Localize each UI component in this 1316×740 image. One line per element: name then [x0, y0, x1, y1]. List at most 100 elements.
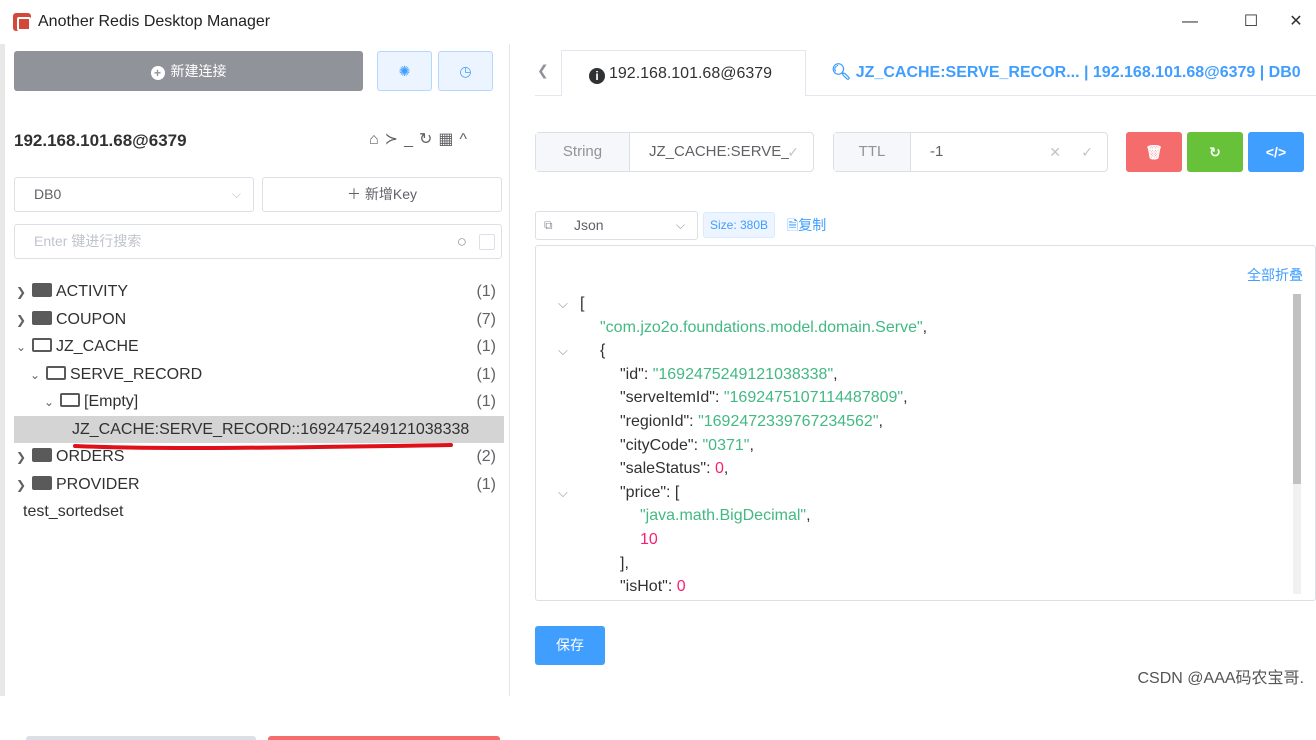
- tree-node-label: ORDERS: [56, 448, 125, 465]
- trash-icon: 🗑︎: [1145, 144, 1163, 160]
- check-icon[interactable]: ✓: [787, 133, 799, 171]
- chevron-up-icon[interactable]: ^: [460, 131, 474, 148]
- check-icon[interactable]: ✓: [1081, 133, 1093, 171]
- save-button[interactable]: 保存: [535, 626, 605, 665]
- scrollbar[interactable]: [1293, 294, 1301, 594]
- json-content: ⌵[ "com.jzo2o.foundations.model.domain.Se…: [536, 292, 1296, 599]
- tree-node-label: JZ_CACHE: [56, 338, 139, 355]
- collapse-all-link[interactable]: 全部折叠: [1247, 265, 1303, 285]
- clear-icon[interactable]: ✕: [1049, 133, 1061, 171]
- scrollbar-thumb[interactable]: [1293, 294, 1301, 484]
- maximize-button[interactable]: ☐: [1231, 8, 1271, 36]
- copy-label: 复制: [798, 217, 827, 233]
- tab-scroll-left-icon[interactable]: ❮: [537, 62, 549, 79]
- code-view-button[interactable]: </>: [1248, 132, 1304, 172]
- new-connection-label: 新建连接: [170, 63, 227, 79]
- tree-folder-serve-record[interactable]: ⌄ SERVE_RECORD (1): [14, 361, 504, 389]
- json-line: ⌵ "price": [: [536, 481, 1296, 505]
- json-line: "id": "1692475249121038338",: [536, 363, 1296, 387]
- chevron-down-icon: ⌵: [675, 218, 685, 232]
- new-connection-button[interactable]: + 新建连接: [14, 51, 363, 91]
- terminal-icon[interactable]: ≻_: [385, 131, 419, 148]
- folder-icon: [32, 448, 52, 462]
- tree-folder-jz-cache[interactable]: ⌄ JZ_CACHE (1): [14, 333, 504, 361]
- json-line: ⌵[: [536, 292, 1296, 316]
- fold-toggle-icon[interactable]: ⌵: [558, 339, 568, 363]
- chevron-down-icon[interactable]: ⌄: [14, 334, 28, 362]
- json-line-text: "regionId": "1692472339767234562",: [620, 412, 883, 430]
- tree-key-test-sortedset[interactable]: test_sortedset: [14, 498, 504, 526]
- chevron-down-icon[interactable]: ⌄: [28, 362, 42, 390]
- json-line: 10: [536, 528, 1296, 552]
- tree-node-count: (1): [476, 283, 496, 300]
- json-line: ⌵{: [536, 339, 1296, 363]
- tab-key-detail[interactable]: 🔍︎ JZ_CACHE:SERVE_RECOR... | 192.168.101…: [831, 50, 1301, 96]
- key-type-label: String: [536, 133, 630, 171]
- chevron-right-icon[interactable]: ❯: [14, 472, 28, 500]
- tree-folder-provider[interactable]: ❯ PROVIDER (1): [14, 471, 504, 499]
- tree-folder-activity[interactable]: ❯ ACTIVITY (1): [14, 278, 504, 306]
- fold-toggle-icon[interactable]: ⌵: [558, 292, 568, 316]
- tree-node-count: (1): [476, 475, 496, 493]
- folder-open-icon: [60, 393, 80, 407]
- json-line: "saleStatus": 0,: [536, 457, 1296, 481]
- info-icon: i: [589, 68, 605, 84]
- json-line-text: ],: [620, 554, 629, 572]
- search-icon[interactable]: ○: [457, 225, 467, 258]
- red-underline-annotation: [73, 443, 453, 450]
- key-name-input[interactable]: JZ_CACHE:SERVE_: [649, 133, 789, 171]
- tree-node-label: COUPON: [56, 310, 127, 328]
- json-viewer[interactable]: 全部折叠 ⌵[ "com.jzo2o.foundations.model.doma…: [535, 245, 1316, 601]
- folder-icon: [32, 310, 52, 325]
- chevron-down-icon[interactable]: ⌄: [42, 389, 56, 417]
- json-line: "com.jzo2o.foundations.model.domain.Serv…: [536, 316, 1296, 340]
- tree-node-label: SERVE_RECORD: [70, 365, 203, 383]
- tab-label: 192.168.101.68@6379: [609, 65, 773, 82]
- ttl-input[interactable]: -1: [930, 133, 1030, 171]
- chevron-right-icon[interactable]: ❯: [14, 444, 28, 472]
- folder-icon: [32, 475, 52, 490]
- folder-icon: [32, 283, 52, 297]
- grid-icon[interactable]: ▦: [438, 131, 459, 148]
- close-button[interactable]: ✕: [1276, 8, 1316, 36]
- delete-key-button[interactable]: 🗑︎: [1126, 132, 1182, 172]
- key-tree: ❯ ACTIVITY (1) ❯ COUPON (7) ⌄ JZ_CACHE (1) …: [14, 278, 504, 526]
- refresh-key-button[interactable]: ↻: [1187, 132, 1243, 172]
- tree-node-count: (2): [476, 448, 496, 465]
- fold-toggle-icon[interactable]: ⌵: [558, 481, 568, 505]
- db-select[interactable]: DB0 ⌵: [14, 177, 254, 212]
- json-line-text: 10: [640, 530, 658, 548]
- json-line-text: "serveItemId": "1692475107114487809",: [620, 389, 908, 407]
- copy-button[interactable]: 🗎︎复制: [787, 215, 826, 239]
- bottom-button-edge: [26, 736, 256, 740]
- json-line: "regionId": "1692472339767234562",: [536, 410, 1296, 434]
- tree-folder-empty[interactable]: ⌄ [Empty] (1): [14, 388, 504, 416]
- settings-button[interactable]: ✺: [377, 51, 432, 91]
- sidebar: + 新建连接 ✺ ◷ 192.168.101.68@6379 ⌂≻_↻▦^ DB0…: [5, 44, 510, 740]
- tree-key-selected[interactable]: JZ_CACHE:SERVE_RECORD::16924752491210383…: [14, 415, 504, 443]
- bottom-delete-button-edge: [268, 736, 500, 740]
- chevron-right-icon[interactable]: ❯: [14, 307, 28, 335]
- size-badge: Size: 380B: [703, 212, 776, 238]
- home-icon[interactable]: ⌂: [369, 131, 385, 148]
- tree-folder-coupon[interactable]: ❯ COUPON (7): [14, 306, 504, 334]
- tree-node-label: JZ_CACHE:SERVE_RECORD::16924752491210383…: [72, 420, 470, 438]
- ttl-field: TTL -1 ✕ ✓: [833, 132, 1108, 172]
- add-key-button[interactable]: ＋ 新增Key: [262, 177, 502, 212]
- minimize-button[interactable]: —: [1170, 8, 1210, 36]
- tab-connection-info[interactable]: i 192.168.101.68@6379: [561, 50, 806, 96]
- history-button[interactable]: ◷: [438, 51, 493, 91]
- tab-label: JZ_CACHE:SERVE_RECOR... | 192.168.101.68…: [855, 64, 1301, 81]
- chevron-right-icon[interactable]: ❯: [14, 279, 28, 307]
- exact-search-checkbox[interactable]: [479, 234, 495, 250]
- refresh-icon[interactable]: ↻: [419, 131, 438, 148]
- search-input[interactable]: Enter 键进行搜索 ○: [14, 224, 502, 259]
- format-select[interactable]: ⧉ Json ⌵: [535, 211, 698, 240]
- search-placeholder: Enter 键进行搜索: [34, 233, 142, 249]
- json-line: ],: [536, 552, 1296, 576]
- document-icon: 🗎︎: [787, 217, 799, 233]
- connection-name[interactable]: 192.168.101.68@6379: [14, 131, 187, 151]
- json-line-text: "com.jzo2o.foundations.model.domain.Serv…: [600, 318, 928, 336]
- gear-icon: ✺: [398, 63, 411, 79]
- format-value: Json: [574, 217, 604, 233]
